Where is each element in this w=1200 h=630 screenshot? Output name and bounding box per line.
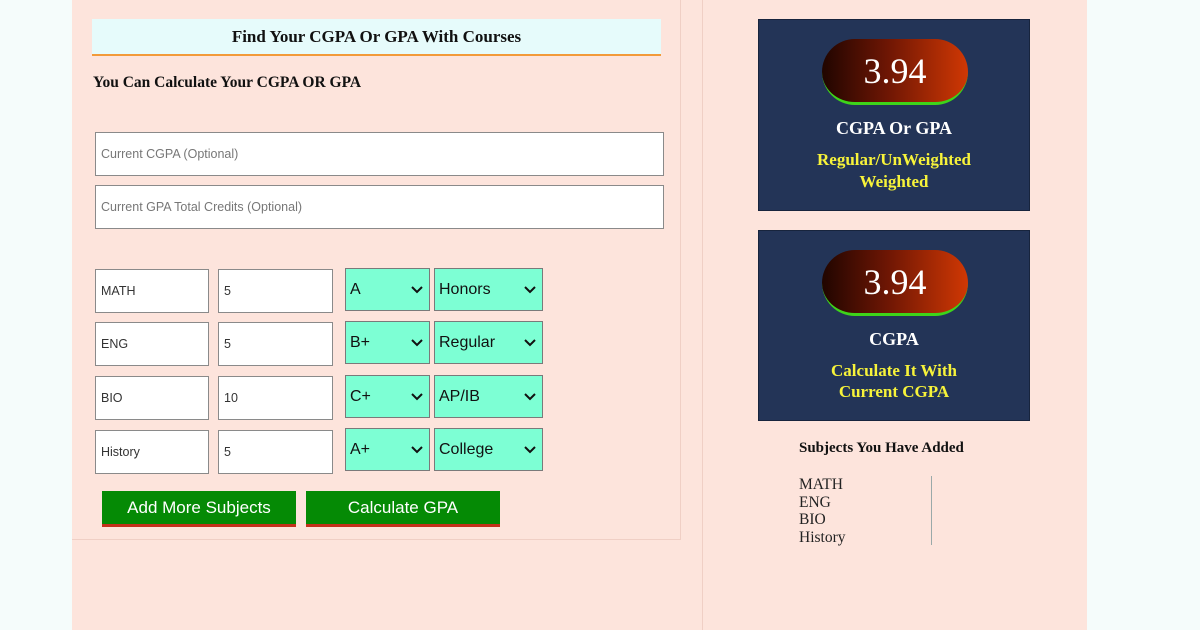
subject-credits-input[interactable] xyxy=(218,430,333,474)
gpa-card-heading: CGPA Or GPA xyxy=(836,118,952,138)
course-type-select[interactable]: Honors xyxy=(434,268,543,311)
course-type-select-value: Regular xyxy=(439,333,496,351)
list-item: ENG xyxy=(799,493,831,511)
grade-select-value: B+ xyxy=(350,333,371,351)
chevron-down-icon xyxy=(411,285,423,293)
gpa-card-subtext-1: Regular/UnWeighted xyxy=(817,150,971,169)
chevron-down-icon xyxy=(411,392,423,400)
cgpa-card-subtext-2: Current CGPA xyxy=(838,382,950,401)
chevron-down-icon xyxy=(524,392,536,400)
chevron-down-icon xyxy=(524,338,536,346)
add-subjects-button[interactable]: Add More Subjects xyxy=(102,491,296,527)
course-type-select[interactable]: AP/IB xyxy=(434,375,543,418)
gpa-value: 3.94 xyxy=(822,39,968,105)
subject-credits-input[interactable] xyxy=(218,322,333,366)
panel-divider xyxy=(702,0,703,630)
added-subjects-heading: Subjects You Have Added xyxy=(799,440,964,456)
list-separator xyxy=(931,476,932,545)
chevron-down-icon xyxy=(524,285,536,293)
calculator-subtitle: You Can Calculate Your CGPA OR GPA xyxy=(93,74,362,91)
grade-select-value: A xyxy=(350,280,361,298)
calculator-title: Find Your CGPA Or GPA With Courses xyxy=(92,19,661,56)
cgpa-result-card: 3.94 CGPA Calculate It With Current CGPA xyxy=(758,230,1030,421)
gpa-result-card: 3.94 CGPA Or GPA Regular/UnWeighted Weig… xyxy=(758,19,1030,211)
grade-select[interactable]: B+ xyxy=(345,321,430,364)
subject-credits-input[interactable] xyxy=(218,376,333,420)
subject-name-input[interactable] xyxy=(95,269,209,313)
grade-select-value: A+ xyxy=(350,440,371,458)
subject-credits-input[interactable] xyxy=(218,269,333,313)
chevron-down-icon xyxy=(411,338,423,346)
course-type-select-value: Honors xyxy=(439,280,491,298)
course-type-select-value: College xyxy=(439,440,494,458)
subject-name-input[interactable] xyxy=(95,430,209,474)
cgpa-card-subtext-1: Calculate It With xyxy=(831,361,957,380)
cgpa-value: 3.94 xyxy=(822,250,968,316)
calculate-gpa-button[interactable]: Calculate GPA xyxy=(306,491,500,527)
added-subjects-list: MATH ENG BIO History xyxy=(799,476,846,546)
current-credits-input[interactable] xyxy=(95,185,664,229)
list-item: MATH xyxy=(799,476,843,493)
course-type-select[interactable]: Regular xyxy=(434,321,543,364)
course-type-select[interactable]: College xyxy=(434,428,543,471)
cgpa-card-heading: CGPA xyxy=(869,329,919,349)
grade-select[interactable]: A+ xyxy=(345,428,430,471)
current-cgpa-input[interactable] xyxy=(95,132,664,176)
gpa-card-subtext-2: Weighted xyxy=(859,172,929,191)
grade-select[interactable]: C+ xyxy=(345,375,430,418)
subject-name-input[interactable] xyxy=(95,322,209,366)
chevron-down-icon xyxy=(524,445,536,453)
course-type-select-value: AP/IB xyxy=(439,387,480,405)
grade-select[interactable]: A xyxy=(345,268,430,311)
subject-name-input[interactable] xyxy=(95,376,209,420)
chevron-down-icon xyxy=(411,445,423,453)
list-item: History xyxy=(799,528,846,546)
list-item: BIO xyxy=(799,511,826,528)
grade-select-value: C+ xyxy=(350,387,371,405)
